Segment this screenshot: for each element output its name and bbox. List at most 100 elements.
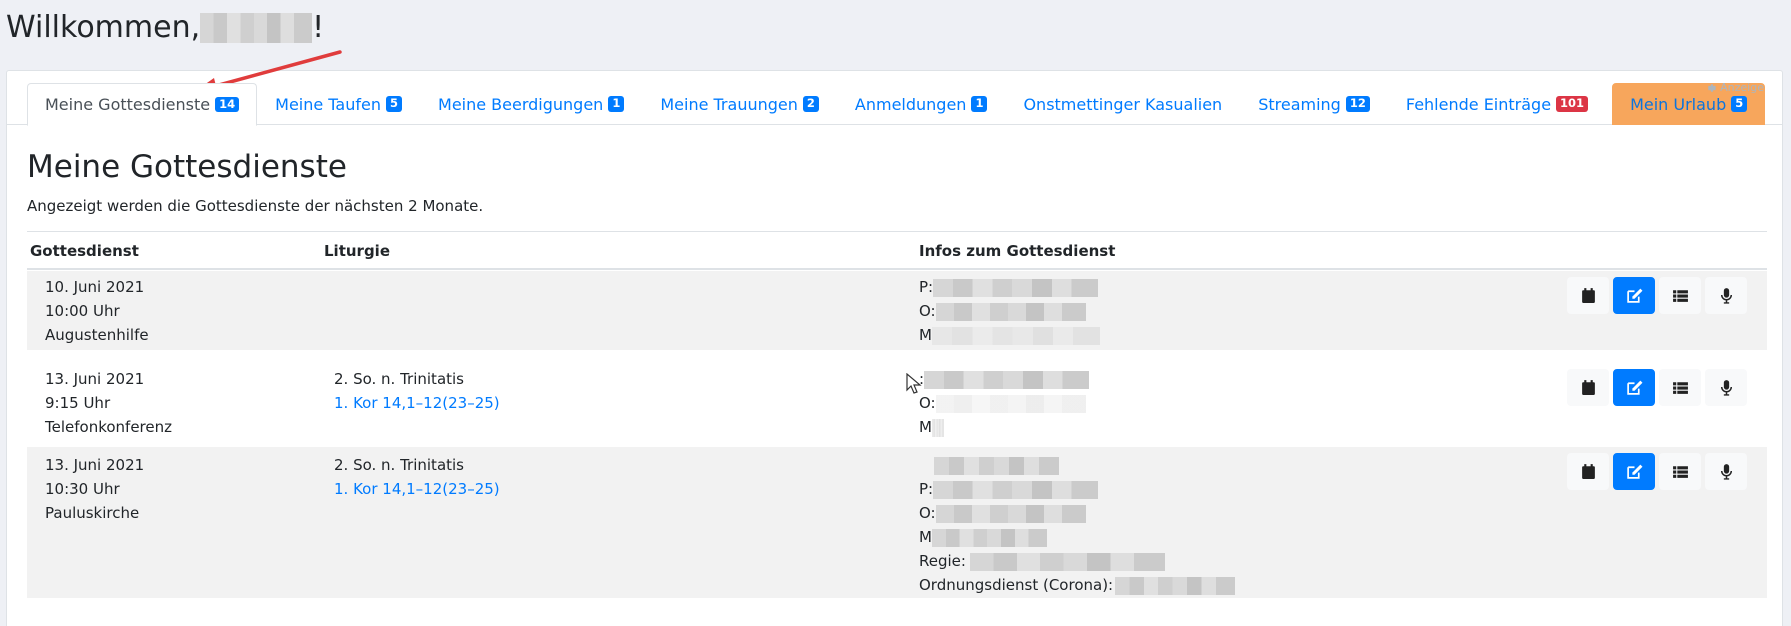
welcome-prefix: Willkommen,: [6, 10, 201, 45]
redacted-username: [200, 12, 313, 43]
redacted-text: [935, 302, 1086, 321]
tab-badge: 14: [215, 96, 240, 113]
row-actions: [1567, 453, 1747, 490]
tab-label: Fehlende Einträge: [1405, 94, 1552, 114]
bible-reading-link[interactable]: 1. Kor 14,1–12(23–25): [334, 391, 500, 415]
redacted-text: [931, 418, 944, 437]
tab-fehlende-eintraege[interactable]: Fehlende Einträge 101: [1388, 83, 1606, 125]
tab-meine-taufen[interactable]: Meine Taufen 5: [257, 83, 420, 125]
list-icon: [1672, 466, 1688, 478]
service-date: 13. Juni 2021: [45, 370, 145, 388]
microphone-icon: [1720, 288, 1732, 304]
services-table: Gottesdienst Liturgie Infos zum Gottesdi…: [27, 231, 1767, 598]
list-icon: [1672, 382, 1688, 394]
info-label: Regie:: [919, 552, 966, 570]
edit-icon: [1626, 464, 1642, 479]
microphone-button[interactable]: [1705, 369, 1747, 406]
info-label: O:: [919, 394, 936, 412]
list-icon: [1672, 290, 1688, 302]
row-actions: [1567, 277, 1747, 314]
tab-badge: 2: [802, 96, 819, 112]
tab-streaming[interactable]: Streaming 12: [1240, 83, 1388, 125]
liturgy-cell: 2. So. n. Trinitatis 1. Kor 14,1–12(23–2…: [334, 453, 500, 501]
calendar-icon: [1581, 380, 1595, 395]
info-label: P:: [919, 480, 934, 498]
edit-button[interactable]: [1613, 453, 1655, 490]
tab-meine-gottesdienste[interactable]: Meine Gottesdienste 14: [27, 83, 258, 126]
list-button[interactable]: [1659, 369, 1701, 406]
tab-onstmettinger-kasualien[interactable]: Onstmettinger Kasualien: [1005, 83, 1240, 125]
info-label: O:: [919, 302, 936, 320]
redacted-text: [933, 480, 1099, 499]
bible-reading-link[interactable]: 1. Kor 14,1–12(23–25): [334, 477, 500, 501]
redacted-text: [935, 504, 1086, 523]
tab-meine-beerdigungen[interactable]: Meine Beerdigungen 1: [420, 83, 642, 125]
tab-badge: 12: [1345, 96, 1370, 112]
tab-label: Meine Taufen: [275, 94, 381, 114]
table-header: Gottesdienst Liturgie Infos zum Gottesdi…: [27, 231, 1767, 270]
service-location: Pauluskirche: [45, 504, 140, 522]
redacted-text: [931, 326, 1100, 345]
edit-icon: [1626, 380, 1642, 395]
microphone-button[interactable]: [1705, 277, 1747, 314]
column-header-liturgie: Liturgie: [324, 242, 390, 260]
info-cell: P: O: M: [919, 275, 1100, 347]
table-row: 13. Juni 2021 10:30 Uhr Pauluskirche 2. …: [27, 446, 1767, 598]
edit-button[interactable]: [1613, 277, 1655, 314]
info-label: M: [919, 528, 932, 546]
calendar-button[interactable]: [1567, 369, 1609, 406]
list-button[interactable]: [1659, 453, 1701, 490]
row-actions: [1567, 369, 1747, 406]
tab-meine-trauungen[interactable]: Meine Trauungen 2: [642, 83, 837, 125]
liturgy-cell: 2. So. n. Trinitatis 1. Kor 14,1–12(23–2…: [334, 367, 500, 415]
tab-badge: 1: [971, 96, 988, 112]
info-label: O:: [919, 504, 936, 522]
page-title: Meine Gottesdienste: [27, 149, 347, 185]
welcome-suffix: !: [312, 10, 325, 45]
tab-badge: 5: [1731, 96, 1748, 112]
edit-button[interactable]: [1613, 369, 1655, 406]
page-subtitle: Angezeigt werden die Gottesdienste der n…: [27, 197, 484, 215]
main-card: Meine Gottesdienste 14 Meine Taufen 5 Me…: [6, 70, 1783, 626]
redacted-text: [1115, 576, 1236, 595]
microphone-icon: [1720, 380, 1732, 396]
liturgy-day: 2. So. n. Trinitatis: [334, 370, 464, 388]
info-label: P:: [919, 278, 934, 296]
redacted-text: [931, 528, 1047, 547]
info-label: M: [919, 418, 932, 436]
list-button[interactable]: [1659, 277, 1701, 314]
calendar-button[interactable]: [1567, 453, 1609, 490]
redacted-text: [969, 552, 1165, 571]
microphone-icon: [1720, 464, 1732, 480]
tab-anmeldungen[interactable]: Anmeldungen 1: [837, 83, 1006, 125]
service-time: 10:30 Uhr: [45, 480, 120, 498]
liturgy-day: 2. So. n. Trinitatis: [334, 456, 464, 474]
display-settings-link[interactable]: Anzeige: [1706, 81, 1764, 94]
service-time: 9:15 Uhr: [45, 394, 111, 412]
service-cell: 13. Juni 2021 9:15 Uhr Telefonkonferenz: [45, 367, 172, 439]
redacted-text: [934, 456, 1059, 475]
service-date: 13. Juni 2021: [45, 456, 145, 474]
calendar-icon: [1581, 464, 1595, 479]
mouse-cursor-icon: [906, 373, 922, 394]
redacted-text: [935, 394, 1086, 413]
info-cell: : O: M: [919, 367, 1090, 439]
column-header-infos: Infos zum Gottesdienst: [919, 242, 1116, 260]
service-time: 10:00 Uhr: [45, 302, 120, 320]
service-date: 10. Juni 2021: [45, 278, 145, 296]
tab-label: Onstmettinger Kasualien: [1023, 94, 1223, 114]
gear-icon: [1708, 83, 1717, 92]
calendar-button[interactable]: [1567, 277, 1609, 314]
table-row: 13. Juni 2021 9:15 Uhr Telefonkonferenz …: [27, 350, 1767, 446]
service-location: Telefonkonferenz: [45, 418, 172, 436]
service-location: Augustenhilfe: [45, 326, 149, 344]
microphone-button[interactable]: [1705, 453, 1747, 490]
tab-badge: 5: [386, 96, 403, 112]
tab-label: Anmeldungen: [854, 94, 967, 114]
column-header-gottesdienst: Gottesdienst: [30, 242, 139, 260]
edit-icon: [1626, 288, 1642, 303]
calendar-icon: [1581, 288, 1595, 303]
redacted-text: [924, 370, 1090, 389]
info-cell: P: O: M Regie: Ordnungsdienst (Corona):: [919, 453, 1236, 597]
info-label: Ordnungsdienst (Corona):: [919, 576, 1114, 594]
